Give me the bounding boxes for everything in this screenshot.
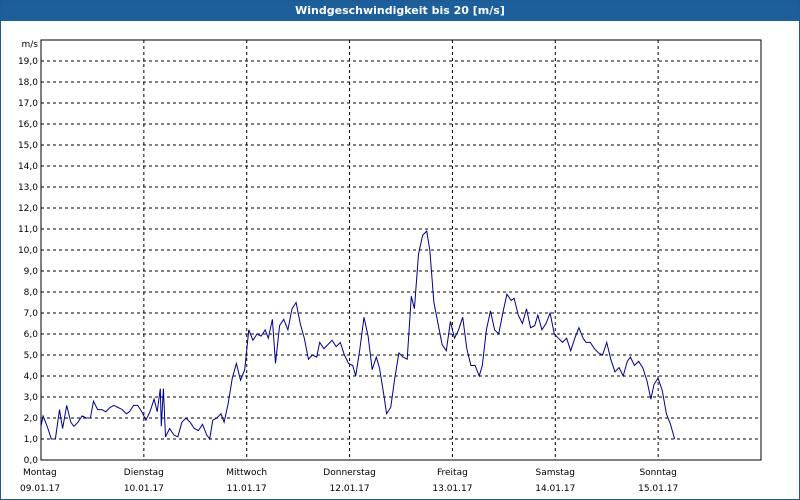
chart-window: Windgeschwindigkeit bis 20 [m/s] 0,0 1,0 2… [0, 0, 800, 500]
x-tick-day-label: Montag [23, 468, 57, 478]
y-tick-label: 10,0 [18, 246, 38, 256]
y-tick-label: 15,0 [18, 141, 38, 151]
x-tick-day-label: Dienstag [124, 468, 164, 478]
y-tick-label: 11,0 [18, 225, 38, 235]
x-tick-date-label: 10.01.17 [124, 484, 164, 494]
y-tick-label: 16,0 [18, 120, 38, 130]
y-tick-label: 4,0 [24, 372, 39, 382]
chart-title: Windgeschwindigkeit bis 20 [m/s] [1, 1, 799, 21]
x-tick-day-label: Mittwoch [226, 468, 267, 478]
y-axis-unit-label: m/s [22, 40, 39, 50]
y-tick-label: 18,0 [18, 78, 38, 88]
wind-speed-line [40, 230, 676, 441]
x-tick-date-label: 13.01.17 [432, 484, 472, 494]
x-tick-date-label: 09.01.17 [20, 484, 60, 494]
y-tick-label: 17,0 [18, 99, 38, 109]
x-tick-date-label: 15.01.17 [638, 484, 678, 494]
y-tick-label: 6,0 [24, 330, 39, 340]
y-tick-label: 2,0 [24, 414, 39, 424]
y-tick-label: 13,0 [18, 183, 38, 193]
y-tick-label: 0,0 [24, 456, 39, 466]
x-tick-day-label: Freitag [437, 468, 468, 478]
y-tick-label: 7,0 [24, 309, 39, 319]
y-tick-label: 1,0 [24, 435, 39, 445]
x-tick-day-label: Samstag [536, 468, 575, 478]
y-tick-label: 14,0 [18, 162, 38, 172]
x-tick-date-label: 12.01.17 [330, 484, 370, 494]
y-tick-label: 12,0 [18, 204, 38, 214]
wind-speed-chart: 0,0 1,0 2,0 3,0 4,0 5,0 6,0 7,0 8,0 9,0 10,0 11,0 12… [18, 39, 762, 494]
y-tick-label: 8,0 [24, 288, 39, 298]
y-tick-label: 3,0 [24, 393, 39, 403]
x-tick-day-label: Donnerstag [323, 468, 376, 478]
y-tick-label: 5,0 [24, 351, 39, 361]
x-tick-date-label: 11.01.17 [227, 484, 267, 494]
x-tick-date-label: 14.01.17 [535, 484, 575, 494]
y-tick-label: 19,0 [18, 57, 38, 67]
x-tick-day-label: Sonntag [639, 468, 676, 478]
y-tick-label: 9,0 [24, 267, 39, 277]
